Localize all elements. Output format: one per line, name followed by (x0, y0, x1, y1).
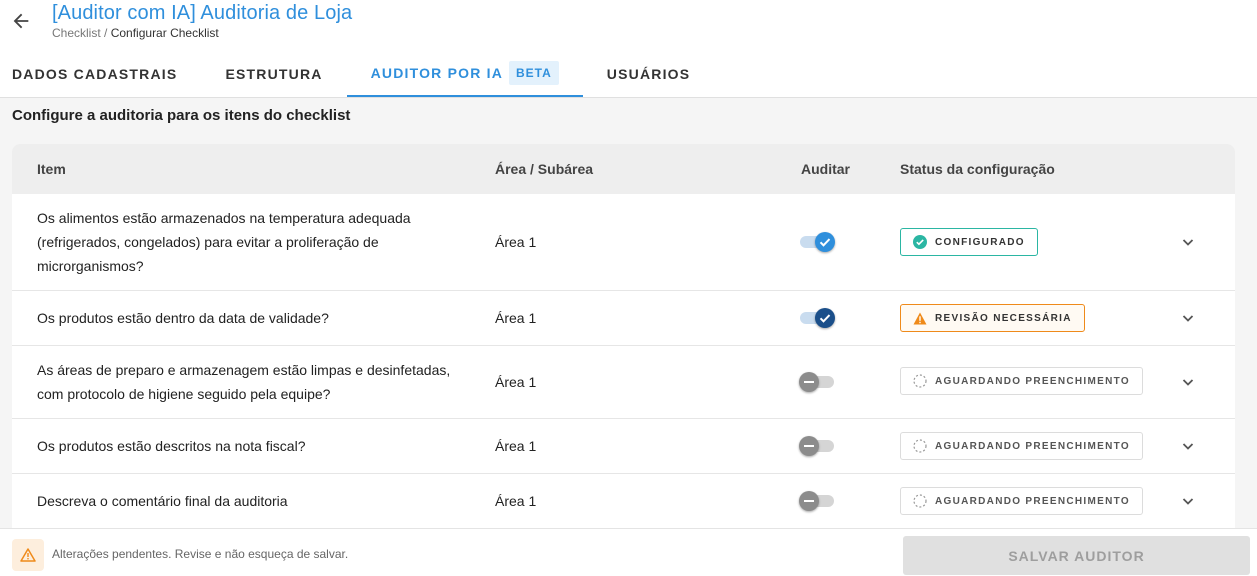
table-row: Os produtos estão descritos na nota fisc… (12, 419, 1235, 474)
header-item: Item (37, 161, 66, 177)
back-arrow-icon[interactable] (10, 10, 32, 32)
top-bar: [Auditor com IA] Auditoria de Loja Check… (0, 0, 1257, 98)
tab-estrutura[interactable]: ESTRUTURA (201, 50, 346, 97)
tab-bar: DADOS CADASTRAIS ESTRUTURA AUDITOR POR I… (0, 50, 714, 98)
status-badge: CONFIGURADO (900, 228, 1038, 256)
chevron-down-icon[interactable] (1180, 493, 1196, 509)
page-title: [Auditor com IA] Auditoria de Loja (52, 2, 353, 24)
section-title: Configure a auditoria para os itens do c… (12, 107, 351, 124)
table-header: Item Área / Subárea Auditar Status da co… (12, 144, 1235, 194)
check-circle-icon (913, 235, 927, 249)
row-area: Área 1 (495, 234, 537, 250)
row-item-text: Descreva o comentário final da auditoria (37, 493, 288, 509)
status-badge: AGUARDANDO PREENCHIMENTO (900, 487, 1143, 515)
breadcrumb: Checklist / Configurar Checklist (52, 26, 219, 40)
tab-usuarios[interactable]: USUÁRIOS (583, 50, 715, 97)
save-auditor-button[interactable]: SALVAR AUDITOR (903, 536, 1250, 575)
minus-icon (799, 436, 819, 456)
audit-toggle[interactable] (799, 370, 837, 394)
pending-circle-icon (913, 439, 927, 453)
table-row: Os produtos estão dentro da data de vali… (12, 291, 1235, 346)
warning-icon (12, 539, 44, 571)
header-area: Área / Subárea (495, 161, 594, 177)
audit-toggle[interactable] (799, 230, 837, 254)
row-area: Área 1 (495, 438, 537, 454)
status-badge: AGUARDANDO PREENCHIMENTO (900, 432, 1143, 460)
status-label: AGUARDANDO PREENCHIMENTO (935, 440, 1130, 452)
status-badge: AGUARDANDO PREENCHIMENTO (900, 367, 1143, 395)
check-icon (815, 308, 835, 328)
status-label: AGUARDANDO PREENCHIMENTO (935, 495, 1130, 507)
row-item-text: Os produtos estão descritos na nota fisc… (37, 438, 306, 454)
pending-circle-icon (913, 494, 927, 508)
row-area: Área 1 (495, 374, 537, 390)
minus-icon (799, 372, 819, 392)
row-area: Área 1 (495, 493, 537, 509)
tab-dados-cadastrais[interactable]: DADOS CADASTRAIS (0, 50, 201, 97)
chevron-down-icon[interactable] (1180, 374, 1196, 390)
audit-toggle[interactable] (799, 434, 837, 458)
status-label: CONFIGURADO (935, 236, 1025, 248)
tab-label: USUÁRIOS (606, 65, 691, 82)
pending-changes-message: Alterações pendentes. Revise e não esque… (52, 547, 349, 561)
tab-auditor-por-ia[interactable]: AUDITOR POR IA BETA (346, 50, 583, 97)
chevron-down-icon[interactable] (1180, 234, 1196, 250)
tab-label: ESTRUTURA (225, 65, 323, 82)
minus-icon (799, 491, 819, 511)
breadcrumb-checklist[interactable]: Checklist (52, 26, 101, 40)
tab-label: DADOS CADASTRAIS (12, 65, 178, 82)
footer-bar: Alterações pendentes. Revise e não esque… (0, 528, 1257, 576)
checklist-table: Item Área / Subárea Auditar Status da co… (12, 144, 1235, 544)
warning-icon (913, 312, 927, 324)
pending-circle-icon (913, 374, 927, 388)
tab-label: AUDITOR POR IA (370, 64, 504, 81)
status-label: REVISÃO NECESSÁRIA (935, 312, 1072, 324)
status-label: AGUARDANDO PREENCHIMENTO (935, 375, 1130, 387)
status-badge: REVISÃO NECESSÁRIA (900, 304, 1085, 332)
beta-badge: BETA (509, 60, 559, 85)
row-item-text: Os alimentos estão armazenados na temper… (37, 210, 411, 274)
chevron-down-icon[interactable] (1180, 310, 1196, 326)
table-row: As áreas de preparo e armazenagem estão … (12, 346, 1235, 419)
header-audit: Auditar (801, 161, 850, 177)
audit-toggle[interactable] (799, 489, 837, 513)
audit-toggle[interactable] (799, 306, 837, 330)
row-item-text: As áreas de preparo e armazenagem estão … (37, 362, 451, 402)
header-status: Status da configuração (900, 161, 1055, 177)
table-row: Descreva o comentário final da auditoria… (12, 474, 1235, 529)
row-area: Área 1 (495, 310, 537, 326)
breadcrumb-separator: / (100, 26, 111, 40)
chevron-down-icon[interactable] (1180, 438, 1196, 454)
check-icon (815, 232, 835, 252)
breadcrumb-current: Configurar Checklist (110, 26, 219, 40)
row-item-text: Os produtos estão dentro da data de vali… (37, 310, 329, 326)
table-row: Os alimentos estão armazenados na temper… (12, 194, 1235, 291)
